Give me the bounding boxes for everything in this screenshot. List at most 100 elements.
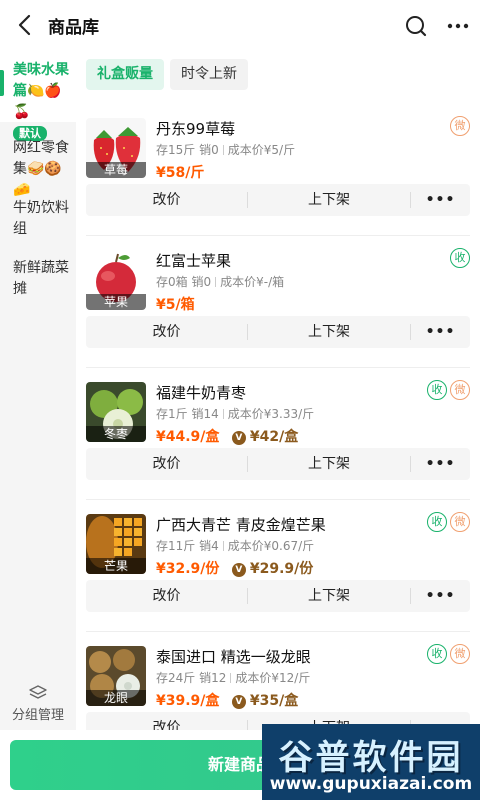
cashier-badge: 收 bbox=[427, 380, 447, 400]
product-card: 芒果 广西大青芒 青皮金煌芒果 存11斤 销4 成本价¥0.67/斤 ¥32.9/… bbox=[86, 500, 470, 632]
divider bbox=[230, 673, 232, 683]
member-price-value: ¥42/盒 bbox=[249, 429, 299, 445]
more-actions-button[interactable]: ••• bbox=[411, 184, 470, 216]
cost-text: 成本价¥3.33/斤 bbox=[227, 407, 315, 421]
wechat-badge: 微 bbox=[450, 644, 470, 664]
product-stats: 存1斤 销14 成本价¥3.33/斤 bbox=[156, 405, 314, 422]
member-icon: V bbox=[231, 695, 246, 709]
divider bbox=[222, 541, 224, 551]
product-list-panel: 礼盒贩量 时令上新 草莓 丹东99草莓 存15斤 销0 成本价¥5/斤 ¥58/斤 … bbox=[76, 50, 480, 730]
product-image[interactable]: 龙眼 bbox=[86, 646, 146, 706]
product-image-tag: 冬枣 bbox=[86, 426, 146, 442]
sold-text: 销4 bbox=[199, 539, 219, 553]
product-actions: 改价 上下架 ••• bbox=[86, 448, 470, 480]
sidebar-item-drinks[interactable]: 牛奶饮料组 bbox=[0, 198, 76, 240]
product-card: 苹果 红富士苹果 存0箱 销0 成本价¥-/箱 ¥5/箱 收 改价 上下架 ••• bbox=[86, 236, 470, 368]
product-image-tag: 芒果 bbox=[86, 558, 146, 574]
member-price-value: ¥29.9/份 bbox=[249, 561, 314, 577]
edit-price-button[interactable]: 改价 bbox=[86, 316, 247, 348]
tab-gift-box[interactable]: 礼盒贩量 bbox=[86, 59, 164, 90]
tab-seasonal[interactable]: 时令上新 bbox=[170, 59, 248, 90]
product-image[interactable]: 苹果 bbox=[86, 250, 146, 310]
sale-price: ¥44.9/盒 bbox=[156, 429, 220, 445]
sidebar-item-label: 美味水果篇🍋🍎🍒 bbox=[13, 62, 69, 120]
search-icon[interactable] bbox=[404, 14, 428, 38]
member-icon: V bbox=[231, 431, 246, 445]
edit-price-button[interactable]: 改价 bbox=[86, 580, 247, 612]
channel-badges: 收微 bbox=[424, 642, 470, 664]
edit-price-button[interactable]: 改价 bbox=[86, 184, 247, 216]
product-stats: 存0箱 销0 成本价¥-/箱 bbox=[156, 273, 284, 290]
sale-price: ¥32.9/份 bbox=[156, 561, 220, 577]
product-stats: 存11斤 销4 成本价¥0.67/斤 bbox=[156, 537, 314, 554]
watermark-title: 谷普软件园 bbox=[278, 738, 464, 778]
stock-text: 存24斤 bbox=[156, 671, 196, 685]
price-row: ¥32.9/份 V ¥29.9/份 bbox=[156, 558, 313, 578]
cashier-badge: 收 bbox=[427, 644, 447, 664]
sale-price: ¥58/斤 bbox=[156, 165, 205, 181]
header-bar: 商品库 bbox=[0, 0, 480, 50]
product-image-tag: 草莓 bbox=[86, 162, 146, 178]
product-image-tag: 苹果 bbox=[86, 294, 146, 310]
member-price: V ¥42/盒 bbox=[231, 429, 299, 445]
category-sidebar: 美味水果篇🍋🍎🍒 默认 网红零食集🥪🍪🧀 牛奶饮料组 新鲜蔬菜摊 分组管理 bbox=[0, 50, 76, 730]
sold-text: 销14 bbox=[191, 407, 219, 421]
chevron-left-icon[interactable] bbox=[14, 12, 38, 38]
layers-icon bbox=[29, 685, 47, 699]
sold-text: 销0 bbox=[191, 275, 212, 289]
product-actions: 改价 上下架 ••• bbox=[86, 316, 470, 348]
divider bbox=[222, 145, 224, 155]
shelf-toggle-button[interactable]: 上下架 bbox=[248, 448, 410, 480]
product-name: 泰国进口 精选一级龙眼 bbox=[156, 648, 311, 666]
product-image[interactable]: 草莓 bbox=[86, 118, 146, 178]
sidebar-item-label: 新鲜蔬菜摊 bbox=[13, 260, 69, 297]
watermark-url: www.gupuxiazai.com bbox=[269, 774, 473, 794]
channel-badges: 收微 bbox=[424, 510, 470, 532]
sidebar-item-fruit[interactable]: 美味水果篇🍋🍎🍒 默认 bbox=[0, 50, 76, 141]
product-actions: 改价 上下架 ••• bbox=[86, 184, 470, 216]
wechat-badge: 微 bbox=[450, 116, 470, 136]
channel-badges: 收 bbox=[447, 246, 470, 268]
product-card: 冬枣 福建牛奶青枣 存1斤 销14 成本价¥3.33/斤 ¥44.9/盒 V ¥42… bbox=[86, 368, 470, 500]
edit-price-button[interactable]: 改价 bbox=[86, 448, 247, 480]
sold-text: 销0 bbox=[199, 143, 219, 157]
sale-price: ¥39.9/盒 bbox=[156, 693, 220, 709]
sidebar-item-label: 牛奶饮料组 bbox=[13, 200, 69, 237]
product-image[interactable]: 芒果 bbox=[86, 514, 146, 574]
more-actions-button[interactable]: ••• bbox=[411, 316, 470, 348]
divider bbox=[215, 277, 217, 287]
channel-badges: 微 bbox=[447, 114, 470, 136]
sold-text: 销12 bbox=[199, 671, 227, 685]
cashier-badge: 收 bbox=[427, 512, 447, 532]
more-actions-button[interactable]: ••• bbox=[411, 580, 470, 612]
edit-price-button[interactable]: 改价 bbox=[86, 712, 247, 730]
watermark-logo: 谷普软件园 www.gupuxiazai.com bbox=[262, 724, 480, 800]
shelf-toggle-button[interactable]: 上下架 bbox=[248, 316, 410, 348]
more-actions-button[interactable]: ••• bbox=[411, 448, 470, 480]
product-name: 红富士苹果 bbox=[156, 252, 232, 270]
product-image[interactable]: 冬枣 bbox=[86, 382, 146, 442]
product-name: 广西大青芒 青皮金煌芒果 bbox=[156, 516, 326, 534]
group-manage-label: 分组管理 bbox=[11, 708, 64, 723]
cost-text: 成本价¥-/箱 bbox=[220, 275, 285, 289]
stock-text: 存0箱 bbox=[156, 275, 188, 289]
wechat-badge: 微 bbox=[450, 380, 470, 400]
price-row: ¥58/斤 bbox=[156, 162, 204, 182]
shelf-toggle-button[interactable]: 上下架 bbox=[248, 184, 410, 216]
sidebar-item-vegetables[interactable]: 新鲜蔬菜摊 bbox=[0, 258, 76, 300]
sale-price: ¥5/箱 bbox=[156, 297, 195, 313]
stock-text: 存11斤 bbox=[156, 539, 196, 553]
price-row: ¥5/箱 bbox=[156, 294, 195, 314]
product-name: 福建牛奶青枣 bbox=[156, 384, 247, 402]
more-icon[interactable] bbox=[446, 14, 470, 38]
product-card: 草莓 丹东99草莓 存15斤 销0 成本价¥5/斤 ¥58/斤 微 改价 上下架 … bbox=[86, 104, 470, 236]
price-row: ¥44.9/盒 V ¥42/盒 bbox=[156, 426, 298, 446]
sidebar-item-snacks[interactable]: 网红零食集🥪🍪🧀 bbox=[0, 138, 76, 201]
stock-text: 存15斤 bbox=[156, 143, 196, 157]
cost-text: 成本价¥0.67/斤 bbox=[227, 539, 315, 553]
group-manage-button[interactable]: 分组管理 bbox=[0, 676, 76, 723]
shelf-toggle-button[interactable]: 上下架 bbox=[248, 580, 410, 612]
product-stats: 存15斤 销0 成本价¥5/斤 bbox=[156, 141, 295, 158]
cashier-badge: 收 bbox=[450, 248, 470, 268]
product-actions: 改价 上下架 ••• bbox=[86, 580, 470, 612]
